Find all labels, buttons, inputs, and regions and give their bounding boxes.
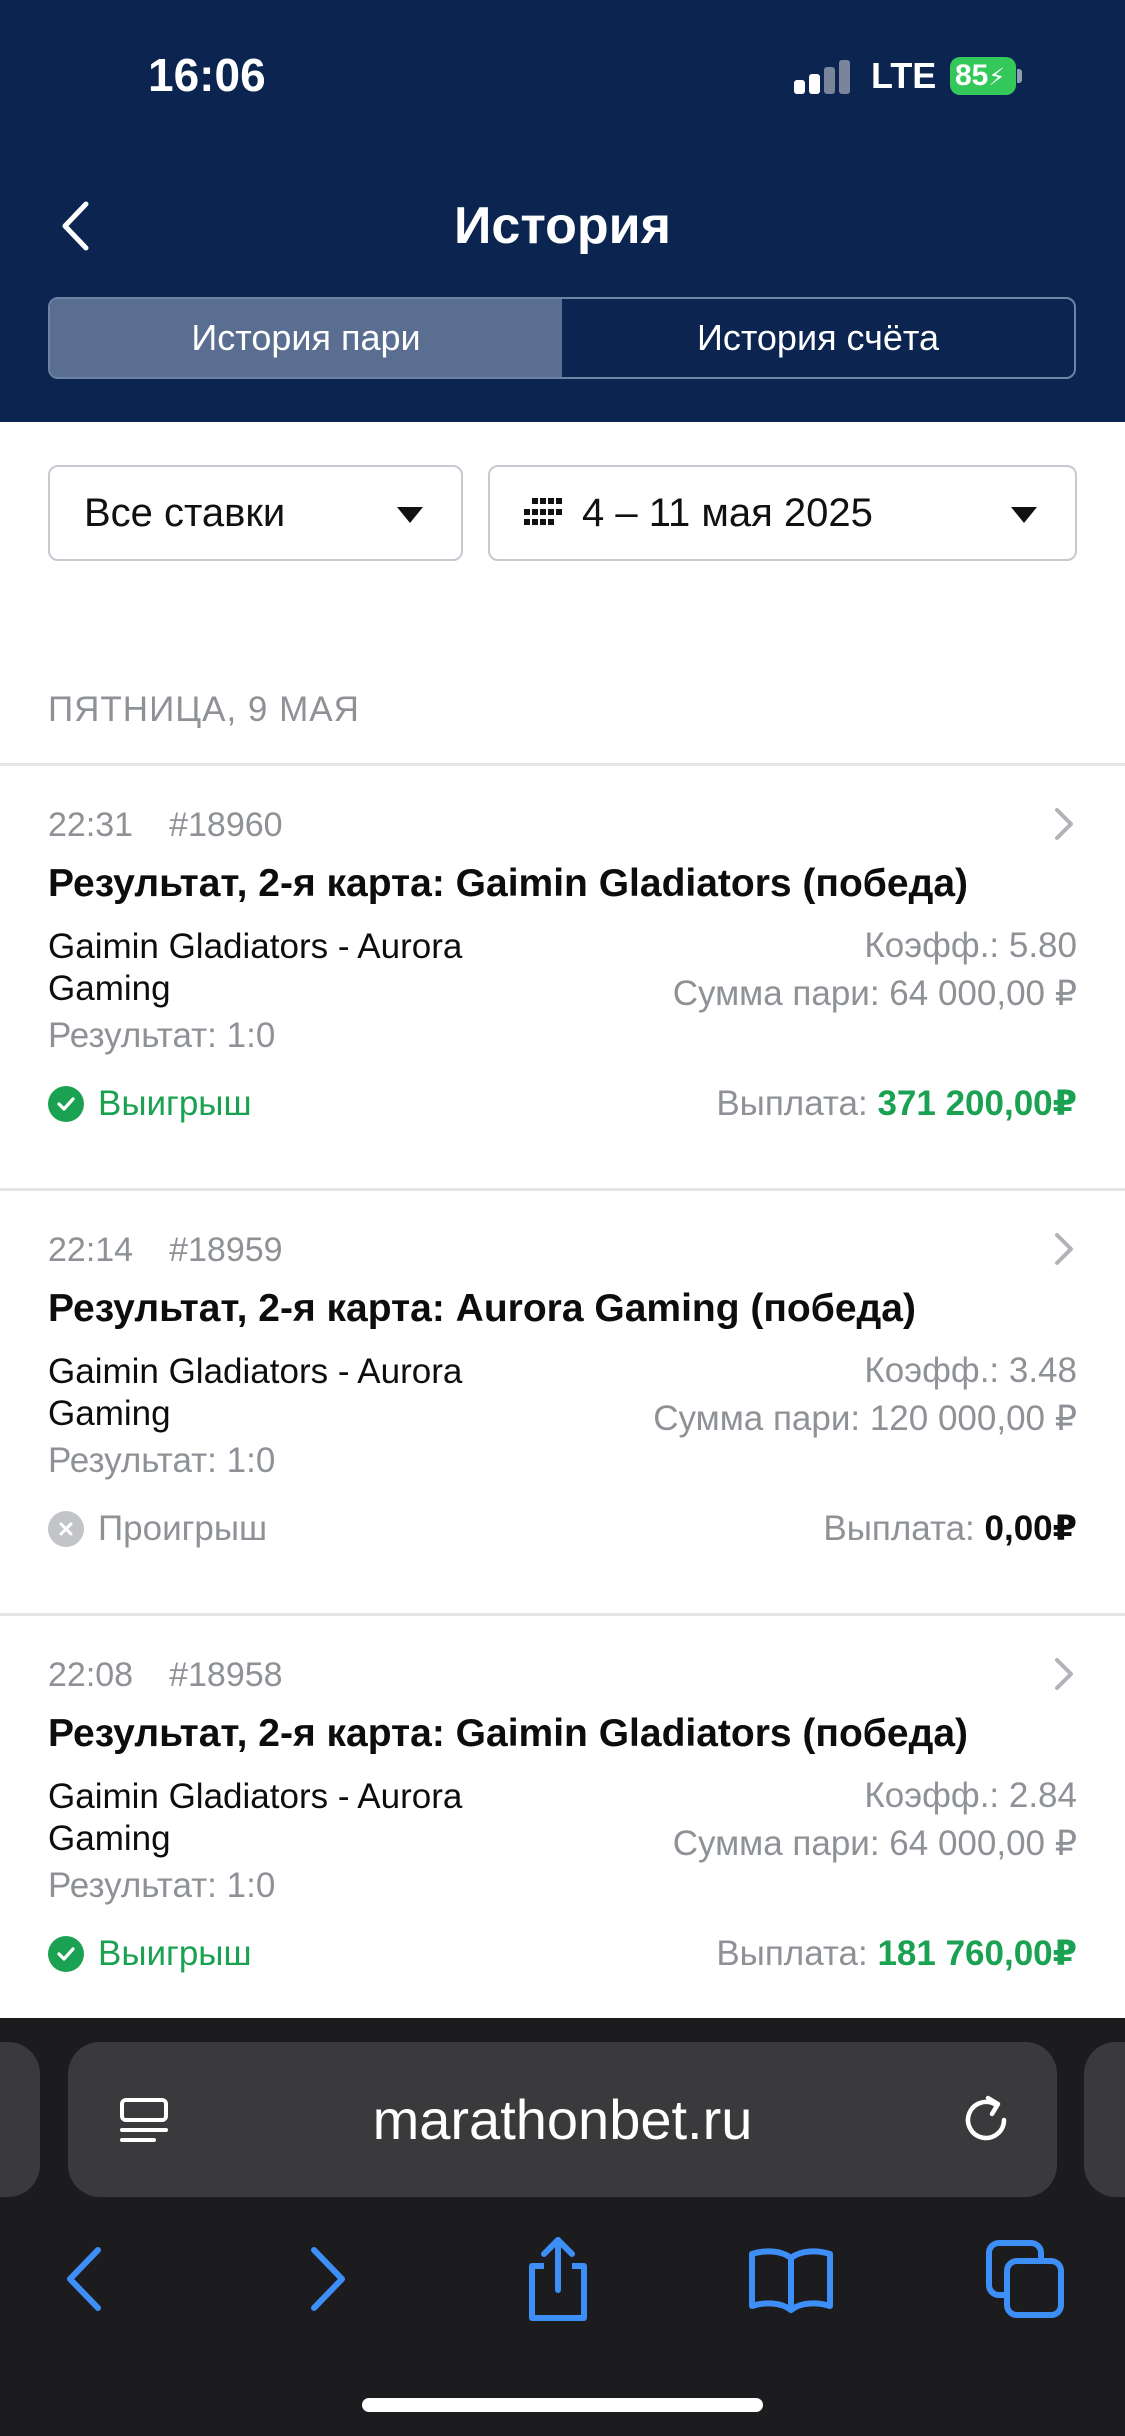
tabs-button[interactable]: [980, 2234, 1070, 2324]
bet-meta: 22:14 #18959: [48, 1231, 283, 1270]
reload-icon[interactable]: [956, 2090, 1016, 2150]
bet-status-label: Выигрыш: [98, 1934, 252, 1973]
calendar-icon: [524, 498, 562, 528]
network-label: LTE: [871, 55, 937, 96]
payout-value: 181 760,00₽: [877, 1934, 1077, 1973]
bet-coef: Коэфф.: 2.84: [864, 1776, 1077, 1815]
x-circle-icon: [48, 1511, 84, 1547]
address-bar[interactable]: marathonbet.ru: [68, 2042, 1057, 2197]
bet-status: Проигрыш: [48, 1509, 267, 1549]
payout-label: Выплата:: [716, 1084, 868, 1123]
payout-value: 371 200,00₽: [877, 1084, 1077, 1123]
browser-forward-button[interactable]: [282, 2234, 372, 2324]
caret-down-icon: [1011, 507, 1037, 523]
tab-account-history[interactable]: История счёта: [562, 299, 1074, 377]
bet-coef: Коэфф.: 3.48: [864, 1351, 1077, 1390]
bet-status: Выигрыш: [48, 1084, 252, 1124]
bet-id: #18958: [169, 1656, 283, 1694]
date-range-dropdown[interactable]: 4 – 11 мая 2025: [488, 465, 1077, 561]
bet-teams: Gaimin Gladiators - Aurora Gaming: [48, 1352, 463, 1433]
bet-card[interactable]: 22:14 #18959 Результат, 2-я карта: Aurora…: [0, 1191, 1125, 1616]
bookmarks-button[interactable]: [746, 2234, 836, 2324]
status-time: 16:06: [148, 49, 266, 101]
payout-label: Выплата:: [823, 1509, 975, 1548]
prev-tab-preview[interactable]: [0, 2042, 40, 2197]
bet-time: 22:31: [48, 806, 134, 844]
bet-result: Результат: 1:0: [48, 1866, 276, 1905]
caret-down-icon: [397, 507, 423, 523]
bet-status-label: Выигрыш: [98, 1084, 252, 1123]
bet-teams: Gaimin Gladiators - Aurora Gaming: [48, 927, 463, 1008]
share-button[interactable]: [513, 2234, 603, 2324]
bet-type-value: Все ставки: [84, 490, 286, 535]
bet-stake: Сумма пари: 120 000,00 ₽: [653, 1399, 1077, 1438]
bet-meta: 22:31 #18960: [48, 806, 283, 845]
book-icon: [749, 2248, 833, 2313]
url-text[interactable]: marathonbet.ru: [68, 2042, 1057, 2197]
bet-teams: Gaimin Gladiators - Aurora Gaming: [48, 1777, 463, 1858]
check-circle-icon: [48, 1086, 84, 1122]
chevron-left-icon: [67, 2247, 101, 2311]
check-circle-icon: [48, 1936, 84, 1972]
bet-stake: Сумма пари: 64 000,00 ₽: [672, 974, 1077, 1013]
bet-status: Выигрыш: [48, 1934, 252, 1974]
home-indicator: [362, 2398, 763, 2412]
bet-time: 22:08: [48, 1656, 134, 1694]
browser-toolbar: marathonbet.ru: [0, 2018, 1125, 2436]
bet-title: Результат, 2-я карта: Gaimin Gladiators …: [48, 1712, 969, 1755]
battery-icon: 85⚡: [950, 57, 1022, 95]
tabs-icon: [986, 2240, 1064, 2318]
bet-result: Результат: 1:0: [48, 1441, 276, 1480]
bet-meta: 22:08 #18958: [48, 1656, 283, 1695]
bet-card[interactable]: 22:08 #18958 Результат, 2-я карта: Gaimin…: [0, 1616, 1125, 2041]
app-header: 16:06 LTE 85⚡ История История пари Истор…: [0, 0, 1125, 422]
bet-title: Результат, 2-я карта: Gaimin Gladiators …: [48, 862, 969, 905]
chevron-right-icon: [1055, 1233, 1073, 1265]
next-tab-preview[interactable]: [1084, 2042, 1125, 2197]
bet-time: 22:14: [48, 1231, 134, 1269]
bet-title: Результат, 2-я карта: Aurora Gaming (поб…: [48, 1287, 916, 1330]
bet-payout: Выплата: 181 760,00₽: [716, 1934, 1077, 1974]
day-header: ПЯТНИЦА, 9 МАЯ: [48, 690, 360, 729]
bet-type-dropdown[interactable]: Все ставки: [48, 465, 463, 561]
bet-id: #18959: [169, 1231, 283, 1269]
bet-payout: Выплата: 0,00₽: [823, 1509, 1077, 1549]
payout-label: Выплата:: [716, 1934, 868, 1973]
bet-status-label: Проигрыш: [98, 1509, 268, 1548]
bet-payout: Выплата: 371 200,00₽: [716, 1084, 1077, 1124]
chevron-right-icon: [1055, 808, 1073, 840]
payout-value: 0,00₽: [984, 1509, 1077, 1548]
share-icon: [529, 2237, 587, 2321]
bet-id: #18960: [169, 806, 283, 844]
battery-level: 85: [955, 59, 989, 92]
browser-back-button[interactable]: [40, 2234, 130, 2324]
signal-icon: [794, 58, 850, 94]
bet-coef: Коэфф.: 5.80: [864, 926, 1077, 965]
date-range-value: 4 – 11 мая 2025: [582, 490, 873, 535]
tab-bet-history[interactable]: История пари: [50, 299, 562, 377]
bet-card[interactable]: 22:31 #18960 Результат, 2-я карта: Gaimin…: [0, 766, 1125, 1191]
bet-stake: Сумма пари: 64 000,00 ₽: [672, 1824, 1077, 1863]
bet-result: Результат: 1:0: [48, 1016, 276, 1055]
page-title: История: [454, 197, 671, 255]
history-tabs: История пари История счёта: [48, 297, 1076, 379]
chevron-right-icon: [311, 2247, 345, 2311]
chevron-right-icon: [1055, 1658, 1073, 1690]
